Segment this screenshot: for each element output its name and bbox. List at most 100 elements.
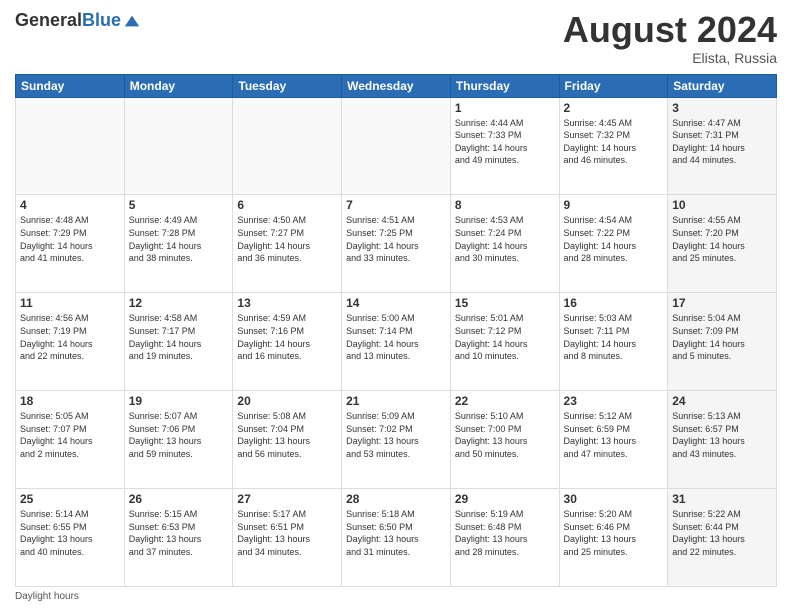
footer-note: Daylight hours [15,591,777,602]
day-number: 27 [237,492,337,506]
day-number: 24 [672,394,772,408]
table-row: 26 Sunrise: 5:15 AMSunset: 6:53 PMDayligh… [124,489,233,587]
day-info: Sunrise: 4:56 AMSunset: 7:19 PMDaylight:… [20,312,120,362]
table-row: 5Sunrise: 4:49 AMSunset: 7:28 PMDaylight… [124,195,233,293]
calendar-week-3: 11 Sunrise: 4:56 AMSunset: 7:19 PMDayligh… [16,293,777,391]
day-info: Sunrise: 5:01 AMSunset: 7:12 PMDaylight:… [455,312,555,362]
day-info: Sunrise: 5:18 AMSunset: 6:50 PMDaylight:… [346,508,446,558]
calendar-week-5: 25 Sunrise: 5:14 AMSunset: 6:55 PMDayligh… [16,489,777,587]
day-info: Sunrise: 4:58 AMSunset: 7:17 PMDaylight:… [129,312,229,362]
day-number: 13 [237,296,337,310]
day-number: 6 [237,198,337,212]
header-thursday: Thursday [450,74,559,97]
day-info: Sunrise: 5:00 AMSunset: 7:14 PMDaylight:… [346,312,446,362]
table-row: 19Sunrise: 5:07 AMSunset: 7:06 PMDayligh… [124,391,233,489]
calendar-week-1: 1 Sunrise: 4:44 AMSunset: 7:33 PMDaylight… [16,97,777,195]
day-number: 23 [564,394,664,408]
table-row: 18 Sunrise: 5:05 AMSunset: 7:07 PMDayligh… [16,391,125,489]
header-wednesday: Wednesday [342,74,451,97]
table-row: 1 Sunrise: 4:44 AMSunset: 7:33 PMDaylight… [450,97,559,195]
day-number: 14 [346,296,446,310]
day-number: 18 [20,394,120,408]
day-number: 29 [455,492,555,506]
day-info: Sunrise: 5:04 AMSunset: 7:09 PMDaylight:… [672,312,772,362]
table-row: 7 Sunrise: 4:51 AMSunset: 7:25 PMDaylight… [342,195,451,293]
day-info: Sunrise: 5:09 AMSunset: 7:02 PMDaylight:… [346,410,446,460]
day-info: Sunrise: 4:55 AMSunset: 7:20 PMDaylight:… [672,214,772,264]
day-info: Sunrise: 5:07 AMSunset: 7:06 PMDaylight:… [129,410,229,460]
table-row: 2 Sunrise: 4:45 AMSunset: 7:32 PMDaylight… [559,97,668,195]
day-info: Sunrise: 4:59 AMSunset: 7:16 PMDaylight:… [237,312,337,362]
table-row: 9Sunrise: 4:54 AMSunset: 7:22 PMDaylight… [559,195,668,293]
table-row: 13 Sunrise: 4:59 AMSunset: 7:16 PMDayligh… [233,293,342,391]
table-row: 27 Sunrise: 5:17 AMSunset: 6:51 PMDayligh… [233,489,342,587]
logo: GeneralBlue [15,10,141,31]
table-row [124,97,233,195]
day-info: Sunrise: 5:20 AMSunset: 6:46 PMDaylight:… [564,508,664,558]
header-sunday: Sunday [16,74,125,97]
table-row: 3Sunrise: 4:47 AMSunset: 7:31 PMDaylight… [668,97,777,195]
day-info: Sunrise: 4:51 AMSunset: 7:25 PMDaylight:… [346,214,446,264]
day-info: Sunrise: 5:19 AMSunset: 6:48 PMDaylight:… [455,508,555,558]
table-row: 16 Sunrise: 5:03 AMSunset: 7:11 PMDayligh… [559,293,668,391]
day-info: Sunrise: 5:03 AMSunset: 7:11 PMDaylight:… [564,312,664,362]
day-number: 7 [346,198,446,212]
day-number: 28 [346,492,446,506]
day-info: Sunrise: 4:53 AMSunset: 7:24 PMDaylight:… [455,214,555,264]
table-row: 24 Sunrise: 5:13 AMSunset: 6:57 PMDayligh… [668,391,777,489]
day-number: 1 [455,101,555,115]
day-number: 25 [20,492,120,506]
table-row: 29 Sunrise: 5:19 AMSunset: 6:48 PMDayligh… [450,489,559,587]
day-number: 21 [346,394,446,408]
table-row: 15 Sunrise: 5:01 AMSunset: 7:12 PMDayligh… [450,293,559,391]
day-number: 16 [564,296,664,310]
calendar-week-4: 18 Sunrise: 5:05 AMSunset: 7:07 PMDayligh… [16,391,777,489]
day-number: 10 [672,198,772,212]
day-number: 20 [237,394,337,408]
logo-blue-text: Blue [82,10,121,31]
table-row: 20 Sunrise: 5:08 AMSunset: 7:04 PMDayligh… [233,391,342,489]
table-row: 12 Sunrise: 4:58 AMSunset: 7:17 PMDayligh… [124,293,233,391]
day-number: 26 [129,492,229,506]
table-row: 28 Sunrise: 5:18 AMSunset: 6:50 PMDayligh… [342,489,451,587]
day-info: Sunrise: 5:13 AMSunset: 6:57 PMDaylight:… [672,410,772,460]
table-row [16,97,125,195]
table-row: 22 Sunrise: 5:10 AMSunset: 7:00 PMDayligh… [450,391,559,489]
table-row: 25 Sunrise: 5:14 AMSunset: 6:55 PMDayligh… [16,489,125,587]
calendar-table: Sunday Monday Tuesday Wednesday Thursday… [15,74,777,587]
day-info: Sunrise: 5:14 AMSunset: 6:55 PMDaylight:… [20,508,120,558]
day-info: Sunrise: 4:49 AMSunset: 7:28 PMDaylight:… [129,214,229,264]
day-info: Sunrise: 4:50 AMSunset: 7:27 PMDaylight:… [237,214,337,264]
day-number: 9 [564,198,664,212]
title-area: August 2024 Elista, Russia [563,10,777,66]
page: GeneralBlue August 2024 Elista, Russia S… [0,0,792,612]
month-title: August 2024 [563,10,777,50]
day-info: Sunrise: 4:48 AMSunset: 7:29 PMDaylight:… [20,214,120,264]
day-info: Sunrise: 5:15 AMSunset: 6:53 PMDaylight:… [129,508,229,558]
day-info: Sunrise: 4:45 AMSunset: 7:32 PMDaylight:… [564,117,664,167]
day-number: 15 [455,296,555,310]
day-number: 4 [20,198,120,212]
table-row: 14 Sunrise: 5:00 AMSunset: 7:14 PMDayligh… [342,293,451,391]
day-number: 12 [129,296,229,310]
day-info: Sunrise: 5:05 AMSunset: 7:07 PMDaylight:… [20,410,120,460]
table-row: 31Sunrise: 5:22 AMSunset: 6:44 PMDayligh… [668,489,777,587]
day-info: Sunrise: 4:44 AMSunset: 7:33 PMDaylight:… [455,117,555,167]
table-row: 8Sunrise: 4:53 AMSunset: 7:24 PMDaylight… [450,195,559,293]
day-number: 3 [672,101,772,115]
day-number: 11 [20,296,120,310]
table-row [342,97,451,195]
day-info: Sunrise: 5:10 AMSunset: 7:00 PMDaylight:… [455,410,555,460]
day-number: 30 [564,492,664,506]
header-tuesday: Tuesday [233,74,342,97]
day-number: 22 [455,394,555,408]
logo-text: GeneralBlue [15,10,141,31]
table-row: 17 Sunrise: 5:04 AMSunset: 7:09 PMDayligh… [668,293,777,391]
day-info: Sunrise: 5:08 AMSunset: 7:04 PMDaylight:… [237,410,337,460]
day-info: Sunrise: 5:17 AMSunset: 6:51 PMDaylight:… [237,508,337,558]
calendar-week-2: 4 Sunrise: 4:48 AMSunset: 7:29 PMDaylight… [16,195,777,293]
table-row: 30 Sunrise: 5:20 AMSunset: 6:46 PMDayligh… [559,489,668,587]
day-number: 17 [672,296,772,310]
table-row: 10 Sunrise: 4:55 AMSunset: 7:20 PMDayligh… [668,195,777,293]
day-number: 2 [564,101,664,115]
